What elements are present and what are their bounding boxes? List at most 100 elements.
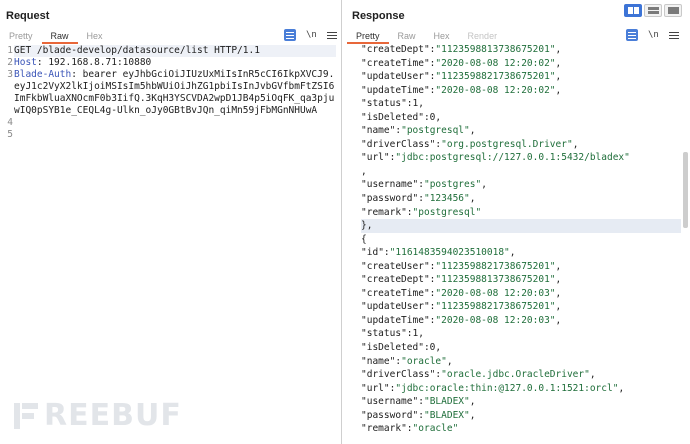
json-value: 2020-08-08 12:20:02	[441, 57, 550, 69]
request-line-text: GET /blade-develop/datasource/list HTTP/…	[14, 45, 260, 56]
json-key: createUser	[366, 260, 424, 272]
json-key: createTime	[366, 287, 424, 299]
json-key: url	[366, 382, 384, 394]
line-number: 3	[7, 69, 13, 80]
json-value: 2020-08-08 12:20:03	[441, 314, 550, 326]
json-line: ,	[361, 165, 681, 179]
json-key: updateTime	[366, 84, 424, 96]
json-value: 1161483594023510018	[395, 247, 505, 259]
json-value: jdbc:postgresql://127.0.0.1:5432/bladex	[401, 152, 625, 164]
json-key: driverClass	[366, 369, 430, 381]
json-punctuation: },	[361, 220, 373, 232]
line-numbers: 123 45	[0, 45, 13, 141]
json-key: createDept	[366, 44, 424, 55]
watermark-text: REEBUF	[44, 398, 182, 433]
json-value: jdbc:oracle:thin:@127.0.0.1:1521:orcl	[401, 382, 613, 394]
json-value: 2020-08-08 12:20:02	[441, 84, 550, 96]
json-line: "createUser":"1123598821738675201",	[361, 260, 562, 272]
menu-icon[interactable]	[326, 31, 337, 39]
json-line: "status":1,	[361, 328, 424, 340]
json-line: "remark":"oracle"	[361, 423, 459, 435]
json-key: username	[366, 179, 413, 191]
request-line	[14, 130, 336, 142]
json-line: "createDept":"1123598813738675201",	[361, 274, 562, 286]
json-key: remark	[366, 206, 402, 218]
response-tab-hex[interactable]: Hex	[425, 30, 459, 44]
json-line: "password":"BLADEX",	[361, 409, 476, 421]
side-by-side-layout-icon[interactable]	[624, 4, 642, 17]
json-value: 2020-08-08 12:20:03	[441, 287, 550, 299]
json-key: createTime	[366, 57, 424, 69]
json-key: isDeleted	[366, 342, 419, 354]
menu-icon[interactable]	[668, 31, 679, 39]
json-key: name	[366, 355, 390, 367]
json-value: org.postgresql.Driver	[446, 138, 567, 150]
json-line: {	[361, 233, 681, 247]
request-title: Request	[6, 10, 50, 22]
show-newlines-icon[interactable]: \n	[648, 30, 659, 40]
json-value: 1123598813738675201	[441, 274, 550, 286]
json-line: "updateTime":"2020-08-08 12:20:02",	[361, 84, 562, 96]
line-number: 1	[7, 45, 13, 56]
request-tabs: Pretty Raw Hex	[0, 30, 112, 44]
json-value: 1123598821738675201	[441, 71, 550, 83]
response-title: Response	[352, 10, 405, 22]
json-line: "updateUser":"1123598821738675201",	[361, 301, 562, 313]
json-line: "url":"jdbc:oracle:thin:@127.0.0.1:1521:…	[361, 382, 625, 394]
request-line: Host: 192.168.8.71:10880	[14, 57, 336, 69]
line-number: 2	[7, 57, 13, 68]
request-tools: \n	[284, 29, 337, 41]
json-key: createDept	[366, 274, 424, 286]
json-line: "url":"jdbc:postgresql://127.0.0.1:5432/…	[361, 152, 630, 164]
json-punctuation: ,	[361, 165, 367, 177]
stacked-layout-icon[interactable]	[644, 4, 662, 17]
header-name: Host	[14, 57, 37, 69]
show-newlines-icon[interactable]: \n	[306, 30, 317, 40]
json-value: 1123598821738675201	[441, 260, 550, 272]
json-value: 1123598813738675201	[441, 44, 550, 55]
json-line: "updateUser":"1123598821738675201",	[361, 71, 562, 83]
json-line: "status":1,	[361, 98, 424, 110]
line-number: 4	[7, 117, 13, 128]
json-key: driverClass	[366, 138, 430, 150]
json-key: updateUser	[366, 301, 424, 313]
response-code[interactable]: "createDept":"1123598813738675201", "cre…	[361, 43, 681, 436]
single-pane-layout-icon[interactable]	[664, 4, 682, 17]
request-line: GET /blade-develop/datasource/list HTTP/…	[14, 45, 336, 58]
json-line: "username":"BLADEX",	[361, 396, 476, 408]
response-tab-render: Render	[467, 31, 498, 41]
json-line: "name":"postgresql",	[361, 125, 476, 137]
json-line: "isDeleted":0,	[361, 342, 442, 354]
response-tab-raw[interactable]: Raw	[389, 30, 425, 44]
json-line: "isDeleted":0,	[361, 111, 442, 123]
wrap-lines-icon[interactable]	[284, 29, 296, 41]
json-key: updateUser	[366, 71, 424, 83]
request-code[interactable]: GET /blade-develop/datasource/list HTTP/…	[14, 45, 336, 142]
request-line	[14, 118, 336, 130]
json-value: postgresql	[418, 206, 476, 218]
request-tab-hex[interactable]: Hex	[78, 30, 112, 44]
response-tabs: Pretty Raw Hex Render	[347, 30, 506, 44]
request-tab-pretty[interactable]: Pretty	[0, 30, 42, 44]
json-line: "driverClass":"org.postgresql.Driver",	[361, 138, 579, 150]
response-tab-pretty[interactable]: Pretty	[347, 30, 389, 44]
json-line: "name":"oracle",	[361, 355, 453, 367]
json-line: "driverClass":"oracle.jdbc.OracleDriver"…	[361, 369, 596, 381]
vertical-scrollbar[interactable]	[683, 152, 688, 228]
json-key: password	[366, 409, 413, 421]
header-name: Blade-Auth	[14, 69, 72, 81]
json-key: status	[366, 98, 402, 110]
json-value: 1123598821738675201	[441, 301, 550, 313]
json-line: "username":"postgres",	[361, 179, 487, 191]
json-key: updateTime	[366, 314, 424, 326]
request-tab-raw[interactable]: Raw	[41, 30, 78, 44]
json-line: "remark":"postgresql"	[361, 206, 482, 218]
json-key: status	[366, 328, 402, 340]
wrap-lines-icon[interactable]	[626, 29, 638, 41]
freebuf-logo-icon	[14, 402, 38, 429]
json-key: isDeleted	[366, 111, 419, 123]
request-line: Blade-Auth: bearer eyJhbGciOiJIUzUxMiIsI…	[14, 69, 336, 117]
request-pane: Request Pretty Raw Hex \n 123 45 GET /blade…	[0, 0, 342, 444]
json-line: },	[361, 219, 681, 233]
json-value: oracle	[418, 423, 453, 435]
